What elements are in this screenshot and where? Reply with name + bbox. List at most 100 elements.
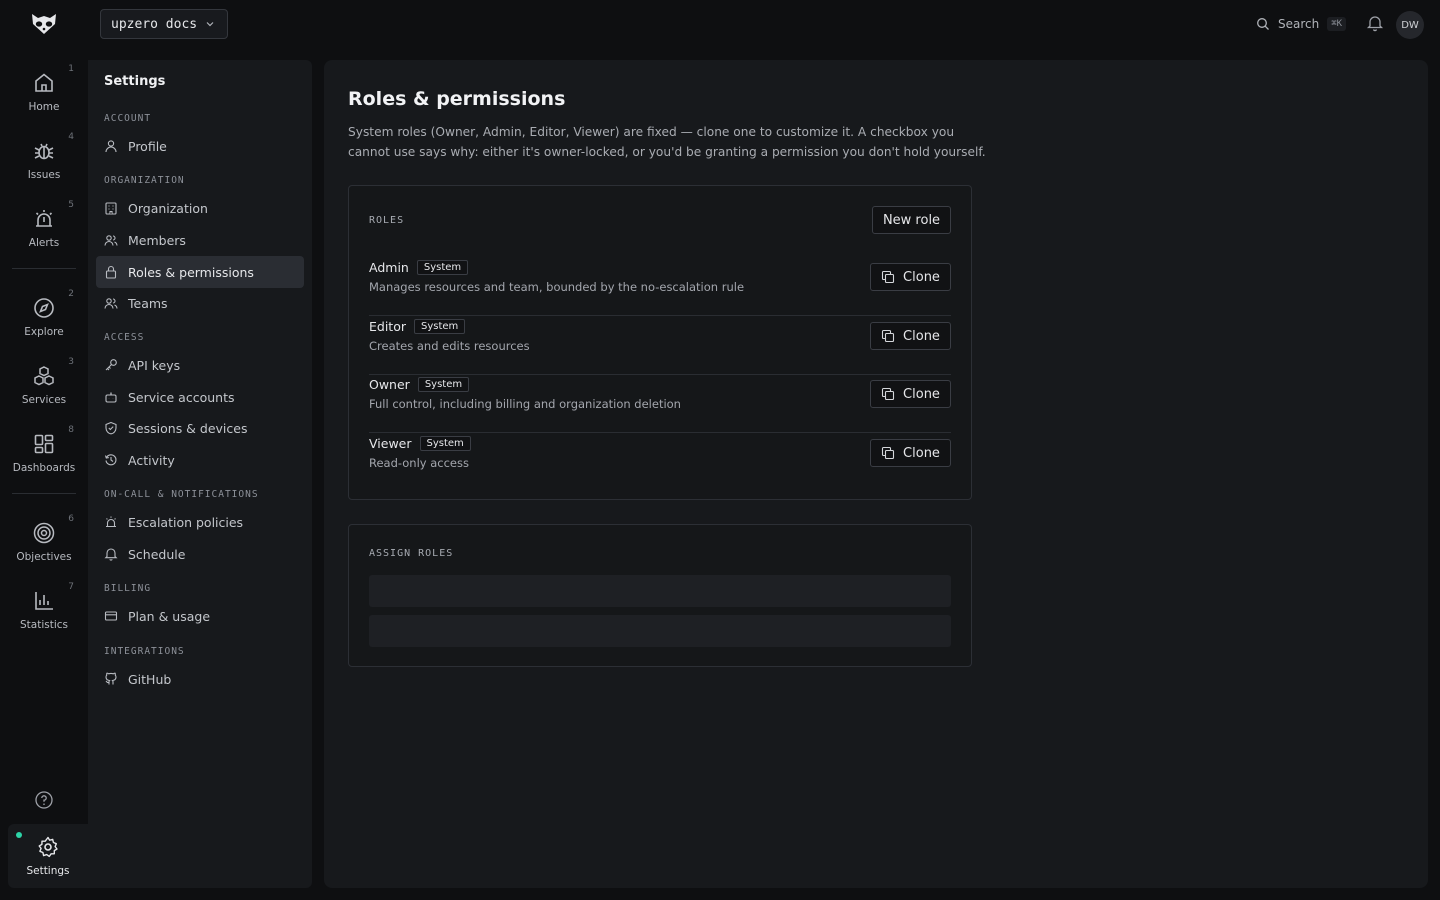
nav-section-label: ACCOUNT [104,113,152,124]
nav-item-github[interactable]: GitHub [96,663,304,695]
clone-label: Clone [903,386,940,402]
role-description: Creates and edits resources [369,339,530,353]
key-icon [105,359,117,371]
nav-item-profile[interactable]: Profile [96,130,304,162]
rail-item-number: 5 [68,200,74,210]
nav-item-escalation-policies[interactable]: Escalation policies [96,506,304,538]
rail-item-issues[interactable]: 4 Issues [8,128,80,192]
rail-item-number: 3 [68,357,74,367]
nav-item-roles-permissions[interactable]: Roles & permissions [96,256,304,288]
nav-item-label: Plan & usage [128,608,211,624]
top-bar: upzero docs Search ⌘K DW [0,0,1440,48]
rail-item-number: 1 [68,64,74,74]
gear-icon [38,836,58,858]
boxes-icon [34,366,54,386]
clone-label: Clone [903,269,940,285]
nav-section-label: INTEGRATIONS [104,646,185,657]
nav-item-plan-usage[interactable]: Plan & usage [96,600,304,632]
nav-item-label: Service accounts [128,389,235,405]
icon-rail: 1 Home 4 Issues 5 Alerts 2 Explore 3 Ser… [0,48,88,900]
rail-item-explore[interactable]: 2 Explore [8,285,80,349]
nav-item-label: Roles & permissions [128,264,254,280]
target-icon [33,522,55,544]
rail-item-alerts[interactable]: 5 Alerts [8,196,80,260]
rail-divider [12,493,76,494]
rail-item-dashboards[interactable]: 8 Dashboards [8,421,80,485]
home-icon [35,73,53,92]
settings-nav-title: Settings [104,74,166,89]
rail-item-home[interactable]: 1 Home [8,60,80,124]
clone-label: Clone [903,328,940,344]
rail-item-services[interactable]: 3 Services [8,353,80,417]
raccoon-logo-icon[interactable] [28,10,60,38]
nav-item-label: Teams [128,295,168,311]
rail-item-settings[interactable]: Settings [8,824,88,888]
system-badge: System [417,377,470,392]
bell-icon [104,548,118,561]
credit-card-icon [104,611,118,621]
rail-item-label: Statistics [20,619,68,631]
loading-placeholder [369,615,951,647]
nav-item-schedule[interactable]: Schedule [96,538,304,570]
rail-divider [12,268,76,269]
status-dot [16,832,22,838]
nav-item-service-accounts[interactable]: Service accounts [96,381,304,413]
nav-item-label: Schedule [128,546,186,562]
system-badge: System [419,436,471,451]
bar-chart-icon [35,592,53,610]
help-icon[interactable] [34,790,54,810]
copy-icon [881,270,895,284]
nav-item-label: Profile [128,138,167,154]
nav-item-api-keys[interactable]: API keys [96,349,304,381]
nav-item-sessions-devices[interactable]: Sessions & devices [96,412,304,444]
rail-item-number: 4 [68,132,74,142]
avatar[interactable]: DW [1396,11,1424,39]
rail-item-label: Alerts [28,237,60,249]
building-icon [105,202,117,215]
team-icon [104,298,118,309]
rail-item-number: 8 [68,425,74,435]
clone-button[interactable]: Clone [870,439,951,467]
role-description: Read-only access [369,456,469,470]
role-description: Full control, including billing and orga… [369,397,681,411]
nav-item-organization[interactable]: Organization [96,192,304,224]
grid-icon [34,434,54,454]
clone-button[interactable]: Clone [870,263,951,291]
search-label: Search [1278,17,1320,31]
nav-item-activity[interactable]: Activity [96,444,304,476]
rail-item-objectives[interactable]: 6 Objectives [8,510,80,574]
search-button[interactable]: Search ⌘K [1256,14,1347,34]
settings-nav: Settings ACCOUNT Profile ORGANIZATION Or… [88,60,312,888]
nav-item-members[interactable]: Members [96,224,304,256]
lock-icon [105,265,117,279]
system-badge: System [414,319,466,334]
nav-item-label: GitHub [128,671,172,687]
clone-button[interactable]: Clone [870,322,951,350]
nav-item-teams[interactable]: Teams [96,287,304,319]
rail-item-label: Dashboards [12,462,76,474]
clone-button[interactable]: Clone [870,380,951,408]
role-name: Admin [369,260,409,275]
rail-item-statistics[interactable]: 7 Statistics [8,578,80,642]
history-icon [104,454,117,466]
rail-item-number: 6 [68,514,74,524]
main-content: Roles & permissions System roles (Owner,… [324,60,1428,888]
rail-item-label: Services [21,394,67,406]
new-role-button[interactable]: New role [872,206,951,234]
workspace-switcher[interactable]: upzero docs [100,9,228,39]
siren-icon [35,210,53,227]
role-name: Editor [369,319,406,334]
role-name: Viewer [369,436,412,451]
role-row-owner: Owner System Full control, including bill… [369,375,951,433]
bell-icon[interactable] [1366,14,1384,32]
nav-item-label: Escalation policies [128,514,244,530]
rail-item-number: 2 [68,289,74,299]
rail-item-label: Settings [26,865,70,877]
nav-section-label: ACCESS [104,332,145,343]
nav-section-label: ON-CALL & NOTIFICATIONS [104,489,259,500]
chevron-down-icon [206,22,214,27]
nav-item-label: Sessions & devices [128,420,248,436]
bug-icon [34,143,54,160]
rail-item-number: 7 [68,582,74,592]
rail-item-label: Issues [27,169,61,181]
